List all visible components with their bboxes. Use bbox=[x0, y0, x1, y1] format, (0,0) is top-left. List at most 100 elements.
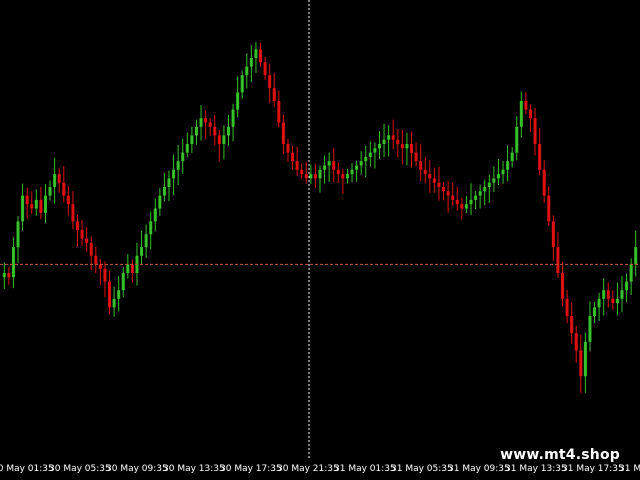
bull-candle bbox=[583, 341, 587, 377]
bull-candle bbox=[176, 161, 180, 170]
x-tick-label: 31 May 13:35 bbox=[505, 464, 567, 474]
bull-candle bbox=[121, 273, 125, 291]
bear-candle bbox=[39, 199, 43, 213]
bear-candle bbox=[437, 182, 441, 187]
bear-candle bbox=[414, 152, 418, 162]
bear-candle bbox=[524, 101, 528, 110]
bull-candle bbox=[405, 144, 409, 149]
bull-candle bbox=[11, 247, 15, 278]
x-tick-label: 30 May 01:35 bbox=[0, 464, 54, 474]
bull-candle bbox=[43, 195, 47, 213]
bull-candle bbox=[478, 191, 482, 196]
bear-candle bbox=[25, 195, 29, 205]
bull-candle bbox=[593, 307, 597, 316]
bull-candle bbox=[634, 247, 638, 265]
bull-candle bbox=[117, 290, 121, 299]
bull-candle bbox=[162, 187, 166, 196]
bear-candle bbox=[281, 122, 285, 144]
bull-candle bbox=[226, 126, 230, 136]
bear-candle bbox=[62, 182, 66, 196]
bull-candle bbox=[469, 199, 473, 205]
bull-candle bbox=[474, 195, 478, 200]
bear-candle bbox=[7, 273, 11, 278]
bear-candle bbox=[80, 230, 84, 239]
bull-candle bbox=[240, 75, 244, 93]
bear-candle bbox=[551, 221, 555, 248]
bull-candle bbox=[625, 281, 629, 291]
bear-candle bbox=[542, 169, 546, 196]
x-tick-label: 31 May 05:35 bbox=[391, 464, 453, 474]
bull-candle bbox=[364, 156, 368, 162]
bear-candle bbox=[277, 101, 281, 123]
bear-candle bbox=[300, 169, 304, 175]
bear-candle bbox=[528, 109, 532, 119]
bull-candle bbox=[194, 126, 198, 136]
x-tick-label: 31 May 01:35 bbox=[334, 464, 396, 474]
bear-candle bbox=[295, 161, 299, 170]
bear-candle bbox=[341, 174, 345, 179]
x-tick-label: 30 May 21:35 bbox=[277, 464, 339, 474]
bear-candle bbox=[259, 49, 263, 63]
x-tick-label: 31 May 21:35 bbox=[619, 464, 640, 474]
bull-candle bbox=[629, 264, 633, 282]
bull-candle bbox=[382, 139, 386, 144]
bear-candle bbox=[570, 316, 574, 334]
bear-candle bbox=[336, 169, 340, 175]
bear-candle bbox=[108, 281, 112, 308]
x-tick-label: 30 May 13:35 bbox=[163, 464, 225, 474]
bear-candle bbox=[71, 204, 75, 222]
bull-candle bbox=[185, 144, 189, 153]
bear-candle bbox=[208, 122, 212, 127]
bear-candle bbox=[574, 333, 578, 351]
chart-background bbox=[0, 0, 640, 480]
bull-candle bbox=[368, 152, 372, 157]
bull-candle bbox=[126, 264, 130, 273]
bull-candle bbox=[167, 178, 171, 187]
bear-candle bbox=[30, 204, 34, 209]
bear-candle bbox=[391, 135, 395, 140]
bull-candle bbox=[602, 290, 606, 299]
bear-candle bbox=[272, 88, 276, 101]
bull-candle bbox=[158, 195, 162, 209]
bull-candle bbox=[496, 174, 500, 179]
bull-candle bbox=[16, 221, 20, 248]
bull-candle bbox=[245, 66, 249, 76]
bear-candle bbox=[606, 290, 610, 299]
x-tick-label: 30 May 17:35 bbox=[220, 464, 282, 474]
bear-candle bbox=[332, 161, 336, 170]
bear-candle bbox=[538, 144, 542, 170]
bear-candle bbox=[291, 152, 295, 162]
bull-candle bbox=[172, 169, 176, 179]
bear-candle bbox=[533, 118, 537, 144]
bull-candle bbox=[199, 118, 203, 127]
bull-candle bbox=[387, 135, 391, 140]
bear-candle bbox=[410, 144, 414, 153]
bear-candle bbox=[313, 174, 317, 179]
bear-candle bbox=[442, 187, 446, 192]
bull-candle bbox=[373, 148, 377, 153]
bull-candle bbox=[377, 144, 381, 149]
bull-candle bbox=[34, 199, 38, 209]
candlestick-chart[interactable]: 30 May 01:3530 May 05:3530 May 09:3530 M… bbox=[0, 0, 640, 480]
bear-candle bbox=[286, 144, 290, 153]
bull-candle bbox=[153, 208, 157, 222]
bull-candle bbox=[620, 290, 624, 299]
bull-candle bbox=[506, 161, 510, 170]
x-tick-label: 31 May 09:35 bbox=[448, 464, 510, 474]
bear-candle bbox=[66, 195, 70, 205]
bull-candle bbox=[112, 298, 116, 308]
bear-candle bbox=[268, 75, 272, 89]
x-tick-label: 30 May 09:35 bbox=[106, 464, 168, 474]
bull-candle bbox=[483, 187, 487, 192]
bull-candle bbox=[323, 165, 327, 170]
bear-candle bbox=[85, 238, 89, 243]
bull-candle bbox=[48, 187, 52, 196]
bear-candle bbox=[89, 242, 93, 256]
bull-candle bbox=[2, 273, 6, 278]
bear-candle bbox=[428, 174, 432, 179]
bear-candle bbox=[561, 273, 565, 299]
watermark-text: www.mt4.shop bbox=[500, 447, 620, 463]
bear-candle bbox=[396, 139, 400, 144]
bull-candle bbox=[597, 298, 601, 308]
bull-candle bbox=[309, 174, 313, 179]
